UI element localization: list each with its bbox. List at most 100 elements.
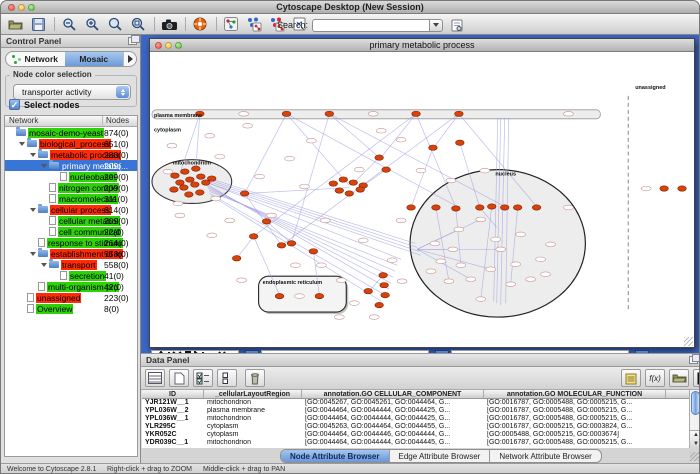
table-cell[interactable]: [GO:0045263, GO:0044464, GO:0044455, G..… <box>302 423 484 431</box>
open-file-icon[interactable] <box>6 16 24 32</box>
help-lifering-icon[interactable] <box>191 16 209 32</box>
network-node-highlighted[interactable] <box>500 205 509 210</box>
network-node[interactable] <box>511 262 521 267</box>
table-cell[interactable]: [GO:0016787, GO:0005215, GO:0003824, G..… <box>484 423 666 431</box>
network-node-highlighted[interactable] <box>191 182 200 187</box>
network-node[interactable] <box>397 279 407 284</box>
tree-item-transport[interactable]: transport558(0) <box>5 259 137 270</box>
network-node-highlighted[interactable] <box>678 186 687 191</box>
search-input[interactable] <box>312 19 430 32</box>
table-cell[interactable]: YJR121W__1 <box>142 399 204 407</box>
network-node-highlighted[interactable] <box>275 293 284 298</box>
network-node[interactable] <box>480 168 490 173</box>
tree-item-cellular-metabol[interactable]: cellular metabol209(0) <box>5 215 137 226</box>
network-node[interactable] <box>546 242 556 247</box>
unselect-attributes-icon[interactable] <box>217 369 237 387</box>
scrollbar-arrows[interactable]: ▲ ▼ <box>690 430 700 448</box>
network-node[interactable] <box>225 218 235 223</box>
float-panel-icon[interactable] <box>128 37 137 45</box>
tab-overflow-arrow[interactable] <box>123 52 136 66</box>
network-node-highlighted[interactable] <box>380 282 389 287</box>
network-node[interactable] <box>516 232 526 237</box>
network-node[interactable] <box>563 205 573 210</box>
network-node[interactable] <box>358 238 368 243</box>
tab-node-attribute-browser[interactable]: Node Attribute Browser <box>281 450 390 462</box>
attribute-grid-icon[interactable] <box>145 369 165 387</box>
tree-item-primary-metabo[interactable]: primary metabo209(... <box>5 160 137 171</box>
network-node[interactable] <box>496 247 506 252</box>
snapshot-camera-icon[interactable] <box>160 16 178 32</box>
network-node[interactable] <box>506 282 516 287</box>
network-node-highlighted[interactable] <box>432 205 441 210</box>
network-node[interactable] <box>396 218 406 223</box>
network-node[interactable] <box>237 278 247 283</box>
tree-item-overview[interactable]: Overview8(0) <box>5 303 137 314</box>
network-node-highlighted[interactable] <box>476 205 485 210</box>
table-row[interactable]: YPL036W__1mitochondrion[GO:0044464, GO:0… <box>142 415 689 423</box>
expander-icon[interactable] <box>19 142 25 149</box>
table-cell[interactable]: YPL036W__2 <box>142 407 204 415</box>
network-node-highlighted[interactable] <box>325 111 334 116</box>
tree-item-establishment-of-lo[interactable]: establishment of lo558(0) <box>5 248 137 259</box>
expander-icon[interactable] <box>30 153 36 160</box>
network-node[interactable] <box>536 257 546 262</box>
network-node-highlighted[interactable] <box>379 273 388 278</box>
network-node-highlighted[interactable] <box>381 292 390 297</box>
tab-network[interactable]: Network <box>6 52 65 66</box>
zoom-in-icon[interactable] <box>83 16 101 32</box>
table-cell[interactable]: mitochondrion <box>204 415 302 423</box>
network-node[interactable] <box>290 263 300 268</box>
table-cell[interactable]: [GO:0044464, GO:0044444, GO:0044425, G..… <box>302 415 484 423</box>
network-node[interactable] <box>349 301 359 306</box>
network-node[interactable] <box>306 138 316 143</box>
tree-item-metabolic-process[interactable]: metabolic process280(0) <box>5 149 137 160</box>
network-node-highlighted[interactable] <box>176 180 185 185</box>
network-node[interactable] <box>205 133 215 138</box>
table-cell[interactable]: [GO:0005488, GO:0005215, GO:0003674] <box>484 431 666 439</box>
table-cell[interactable]: [GO:0045267, GO:0045261, GO:0044464, G..… <box>302 399 484 407</box>
network-node-highlighted[interactable] <box>185 192 194 197</box>
network-node[interactable] <box>285 156 295 161</box>
column-header-annotation-go-cellular-component[interactable]: annotation.GO CELLULAR_COMPONENT <box>302 390 484 398</box>
zoom-out-icon[interactable] <box>60 16 78 32</box>
expander-icon[interactable] <box>30 252 36 259</box>
network-node-highlighted[interactable] <box>309 249 318 254</box>
column-header-annotation-go-molecular-function[interactable]: annotation.GO MOLECULAR_FUNCTION <box>484 390 666 398</box>
tree-item-secretion[interactable]: secretion41(0) <box>5 270 137 281</box>
tree-item-mosaic-demo-yeast[interactable]: mosaic-demo-yeast874(0) <box>5 127 137 138</box>
expander-icon[interactable] <box>41 164 47 171</box>
search-dropdown-arrow[interactable] <box>430 19 443 32</box>
tree-item-response-to-stimulu[interactable]: response to stimulu264(0) <box>5 237 137 248</box>
window-resize-grip-icon[interactable] <box>690 452 699 461</box>
network-node-highlighted[interactable] <box>262 219 271 224</box>
table-row[interactable]: YJR121W__1mitochondrion[GO:0045267, GO:0… <box>142 399 689 407</box>
search-options-icon[interactable] <box>448 17 466 33</box>
network-node-highlighted[interactable] <box>487 204 496 209</box>
tab-mosaic[interactable]: Mosaic <box>65 52 124 66</box>
network-node[interactable] <box>173 201 183 206</box>
table-cell[interactable]: YPL036W__1 <box>142 415 204 423</box>
new-attribute-icon[interactable] <box>169 369 189 387</box>
table-cell[interactable]: [GO:0044464, GO:0044444, GO:0044425, G..… <box>302 407 484 415</box>
column-header-id[interactable]: ID <box>142 390 204 398</box>
tab-network-attribute-browser[interactable]: Network Attribute Browser <box>490 450 600 462</box>
network-node-highlighted[interactable] <box>181 169 190 174</box>
table-cell[interactable]: YDR039C__1 <box>142 439 204 447</box>
network-node[interactable] <box>239 112 249 117</box>
network-node-highlighted[interactable] <box>452 206 461 211</box>
tree-item-unassigned[interactable]: unassigned223(0) <box>5 292 137 303</box>
resize-grip-icon[interactable] <box>684 337 693 346</box>
network-node-highlighted[interactable] <box>375 302 384 307</box>
node-color-dropdown[interactable]: transporter activity <box>13 84 131 100</box>
table-row[interactable]: YLR295Ccytoplasm[GO:0045263, GO:0044464,… <box>142 423 689 431</box>
network-node-highlighted[interactable] <box>345 191 354 196</box>
network-node-highlighted[interactable] <box>456 140 465 145</box>
attribute-notes-icon[interactable] <box>621 369 641 387</box>
network-node[interactable] <box>491 237 501 242</box>
network-node[interactable] <box>334 315 344 320</box>
network-node[interactable] <box>641 186 651 191</box>
network-node[interactable] <box>448 247 458 252</box>
network-node[interactable] <box>294 294 304 299</box>
table-cell[interactable]: plasma membrane <box>204 407 302 415</box>
network-node-highlighted[interactable] <box>287 241 296 246</box>
